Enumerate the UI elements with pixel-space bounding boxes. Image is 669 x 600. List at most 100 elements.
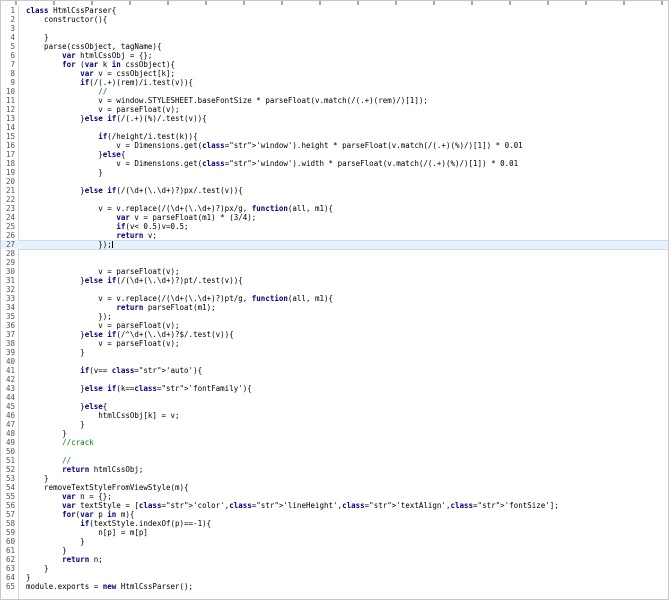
code-line[interactable]: 22 xyxy=(1,195,668,204)
code-line[interactable]: 10 // xyxy=(1,87,668,96)
code-line[interactable]: 14 xyxy=(1,123,668,132)
code-line[interactable]: 58 if(textStyle.indexOf(p)==-1){ xyxy=(1,519,668,528)
code-line[interactable]: 20 xyxy=(1,177,668,186)
code-line[interactable]: 49 //crack xyxy=(1,438,668,447)
line-number: 59 xyxy=(5,528,15,537)
code-line[interactable]: 61 } xyxy=(1,546,668,555)
code-text: v = parseFloat(v); xyxy=(26,339,180,348)
line-number: 2 xyxy=(10,15,15,24)
code-line[interactable]: 18 v = Dimensions.get(class="str">'windo… xyxy=(1,159,668,168)
code-line[interactable]: 28 xyxy=(1,249,668,258)
code-line[interactable]: 65 module.exports = new HtmlCssParser(); xyxy=(1,582,668,591)
code-line[interactable]: 47 } xyxy=(1,420,668,429)
code-text: return htmlCssObj; xyxy=(62,465,144,474)
code-line[interactable]: 35 }); xyxy=(1,312,668,321)
code-text: if(v== class="str">'auto'){ xyxy=(80,366,203,375)
code-text: } xyxy=(26,33,49,42)
code-text: var n = {}; xyxy=(62,492,112,501)
code-text: n[p] = m[p] xyxy=(26,528,148,537)
code-line[interactable]: 37 }else if(/^\d+(\.\d+)?$/.test(v)){ xyxy=(1,330,668,339)
code-line[interactable]: 60 } xyxy=(1,537,668,546)
code-line[interactable]: 4 } xyxy=(1,33,668,42)
line-number: 47 xyxy=(5,420,15,429)
line-number: 35 xyxy=(5,312,15,321)
code-line[interactable]: 26 return v; xyxy=(1,231,668,240)
code-line[interactable]: 13 }else if(/(.+)(%)/.test(v)){ xyxy=(1,114,668,123)
code-text: }else if(/^\d+(\.\d+)?$/.test(v)){ xyxy=(26,330,234,339)
code-text: } xyxy=(26,537,85,546)
code-line[interactable]: 34 return parseFloat(m1); xyxy=(1,303,668,312)
code-text: v = parseFloat(v); xyxy=(26,321,180,330)
code-line[interactable]: 41 if(v== class="str">'auto'){ xyxy=(1,366,668,375)
code-line[interactable]: 30 v = parseFloat(v); xyxy=(1,267,668,276)
code-line[interactable]: 29 xyxy=(1,258,668,267)
code-line[interactable]: 57 for(var p in m){ xyxy=(1,510,668,519)
line-number: 4 xyxy=(10,33,15,42)
line-number: 60 xyxy=(5,537,15,546)
line-number: 63 xyxy=(5,564,15,573)
code-line[interactable]: 48 } xyxy=(1,429,668,438)
current-code-line[interactable]: 27 }); xyxy=(1,240,668,250)
code-line[interactable]: 24 var v = parseFloat(m1) * (3/4); xyxy=(1,213,668,222)
line-number: 64 xyxy=(5,573,15,582)
code-line[interactable]: 17 }else{ xyxy=(1,150,668,159)
code-line[interactable]: 11 v = window.STYLESHEET.baseFontSize * … xyxy=(1,96,668,105)
code-line[interactable]: 50 xyxy=(1,447,668,456)
code-line[interactable]: 64} xyxy=(1,573,668,582)
line-number: 51 xyxy=(5,456,15,465)
code-text: return parseFloat(m1); xyxy=(116,303,216,312)
code-line[interactable]: 2 constructor(){ xyxy=(1,15,668,24)
line-number: 45 xyxy=(5,402,15,411)
code-text: v = Dimensions.get(class="str">'window')… xyxy=(26,141,523,150)
code-line[interactable]: 43 }else if(k==class="str">'fontFamily')… xyxy=(1,384,668,393)
code-editor[interactable]: 1 class HtmlCssParser{2 constructor(){3 4 … xyxy=(0,0,669,600)
line-number: 24 xyxy=(5,213,15,222)
code-line[interactable]: 5 parse(cssObject, tagName){ xyxy=(1,42,668,51)
code-line[interactable]: 3 xyxy=(1,24,668,33)
code-line[interactable]: 44 xyxy=(1,393,668,402)
code-line[interactable]: 56 var textStyle = [class="str">'color',… xyxy=(1,501,668,510)
line-number: 40 xyxy=(5,357,15,366)
code-line[interactable]: 42 xyxy=(1,375,668,384)
line-number: 38 xyxy=(5,339,15,348)
code-line[interactable]: 59 n[p] = m[p] xyxy=(1,528,668,537)
code-line[interactable]: 40 xyxy=(1,357,668,366)
code-text: return v; xyxy=(116,231,157,240)
code-line[interactable]: 25 if(v< 0.5)v=0.5; xyxy=(1,222,668,231)
code-line[interactable]: 46 htmlCssObj[k] = v; xyxy=(1,411,668,420)
line-number: 57 xyxy=(5,510,15,519)
code-line[interactable]: 7 for (var k in cssObject){ xyxy=(1,60,668,69)
code-line[interactable]: 1 class HtmlCssParser{ xyxy=(1,6,668,15)
code-line[interactable]: 21 }else if(/(\d+(\.\d+)?)px/.test(v)){ xyxy=(1,186,668,195)
code-line[interactable]: 12 v = parseFloat(v); xyxy=(1,105,668,114)
code-line[interactable]: 62 return n; xyxy=(1,555,668,564)
code-line[interactable]: 53 } xyxy=(1,474,668,483)
line-number: 29 xyxy=(5,258,15,267)
code-line[interactable]: 8 var v = cssObject[k]; xyxy=(1,69,668,78)
code-line[interactable]: 54 removeTextStyleFromViewStyle(m){ xyxy=(1,483,668,492)
code-text: htmlCssObj[k] = v; xyxy=(26,411,180,420)
code-line[interactable]: 19 } xyxy=(1,168,668,177)
code-line[interactable]: 55 var n = {}; xyxy=(1,492,668,501)
code-line[interactable]: 36 v = parseFloat(v); xyxy=(1,321,668,330)
code-line[interactable]: 16 v = Dimensions.get(class="str">'windo… xyxy=(1,141,668,150)
code-line[interactable]: 15 if(/height/i.test(k)){ xyxy=(1,132,668,141)
code-text: } xyxy=(26,168,103,177)
code-line[interactable]: 32 xyxy=(1,285,668,294)
code-line[interactable]: 51 // xyxy=(1,456,668,465)
code-line[interactable]: 52 return htmlCssObj; xyxy=(1,465,668,474)
code-line[interactable]: 63 } xyxy=(1,564,668,573)
line-number: 55 xyxy=(5,492,15,501)
code-line[interactable]: 39 } xyxy=(1,348,668,357)
code-line[interactable]: 6 var htmlCssObj = {}; xyxy=(1,51,668,60)
code-line[interactable]: 33 v = v.replace(/(\d+(\.\d+)?)pt/g, fun… xyxy=(1,294,668,303)
code-line[interactable]: 23 v = v.replace(/(\d+(\.\d+)?)px/g, fun… xyxy=(1,204,668,213)
code-line[interactable]: 45 }else{ xyxy=(1,402,668,411)
code-text: var htmlCssObj = {}; xyxy=(62,51,153,60)
code-area[interactable]: 1 class HtmlCssParser{2 constructor(){3 4 … xyxy=(1,6,668,591)
code-line[interactable]: 38 v = parseFloat(v); xyxy=(1,339,668,348)
line-number: 10 xyxy=(5,87,15,96)
code-line[interactable]: 31 }else if(/(\d+(\.\d+)?)pt/.test(v)){ xyxy=(1,276,668,285)
code-line[interactable]: 9 if(/(.+)(rem)/i.test(v)){ xyxy=(1,78,668,87)
code-text: return n; xyxy=(62,555,103,564)
